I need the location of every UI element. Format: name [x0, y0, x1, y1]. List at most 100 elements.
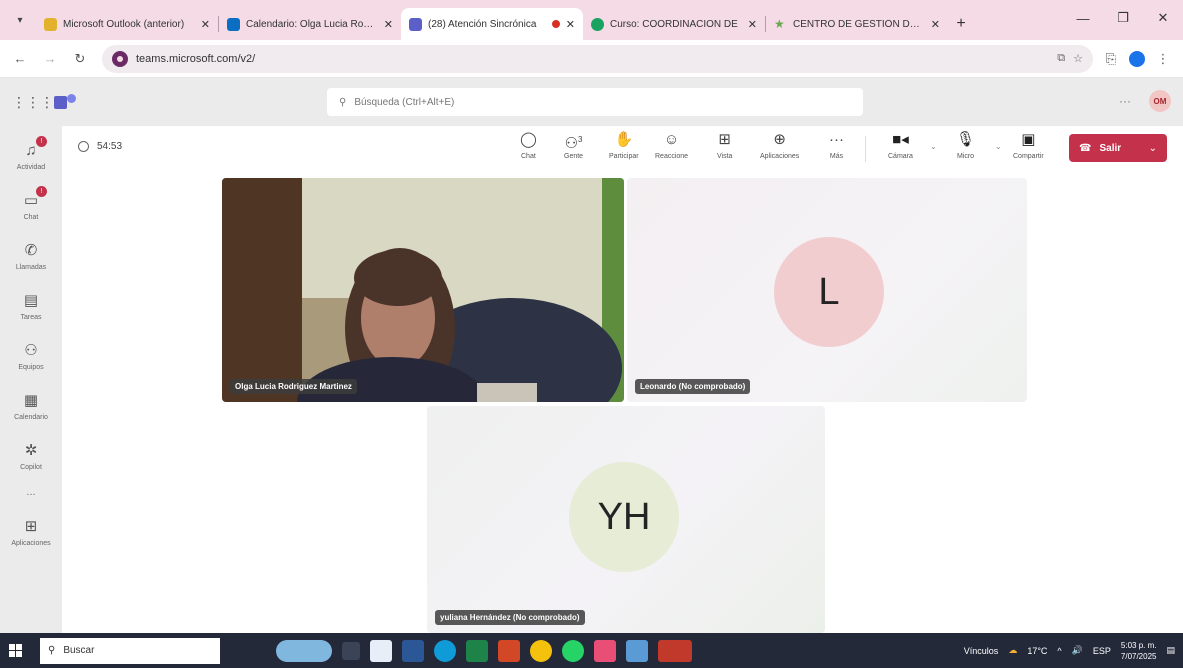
browser-toolbar: ← → ↻ teams.microsoft.com/v2/ ⧉ ☆ ⎘ ⋮ [0, 40, 1183, 78]
edge-icon[interactable] [434, 639, 456, 662]
notifications-icon[interactable]: ▤ [1166, 645, 1175, 656]
chat-icon: ▭! [21, 185, 47, 210]
raise-hand-button[interactable]: ✋ Participar [609, 130, 639, 160]
language-indicator[interactable]: ESP [1093, 646, 1111, 656]
user-avatar[interactable]: OM [1149, 90, 1171, 112]
recording-indicator-icon [551, 20, 560, 28]
settings-more-icon[interactable]: ··· [1119, 94, 1131, 108]
apps-button[interactable]: ⊕ Aplicaciones [760, 130, 799, 160]
close-icon[interactable]: ✕ [1143, 0, 1183, 36]
tab-title: (28) Atención Sincrónica [428, 18, 537, 30]
app-launcher-icon[interactable]: ⋮⋮⋮ [12, 94, 54, 111]
leave-button[interactable]: ☎ Salir ⌄ [1069, 134, 1167, 162]
paint-icon[interactable] [594, 639, 616, 662]
tab-close-icon[interactable]: ✕ [931, 18, 940, 31]
browser-tab-teams-meeting[interactable]: (28) Atención Sincrónica ✕ [401, 8, 583, 40]
meeting-timer: 54:53 [78, 141, 122, 152]
tab-title: CENTRO DE GESTIÓN DE M [793, 18, 925, 30]
participant-tile-leonardo[interactable]: L Leonardo (No comprobado) [627, 178, 1027, 402]
control-label: Compartir [1013, 153, 1044, 160]
meeting-view: 54:53 ◯ Chat ⚇3 Gente ✋ Participar ☺ Rea… [62, 126, 1183, 633]
install-app-icon[interactable]: ⧉ [1057, 52, 1065, 65]
teams-search-input[interactable]: ⚲ Búsqueda (Ctrl+Alt+E) [327, 88, 863, 116]
taskbar-search[interactable]: ⚲ Buscar [40, 637, 220, 664]
weather-icon[interactable]: ☁ [1008, 645, 1017, 656]
volume-icon[interactable]: 🔊 [1072, 645, 1083, 656]
leave-options-chevron-icon[interactable]: ⌄ [1149, 143, 1157, 154]
reload-icon[interactable]: ↻ [68, 47, 92, 71]
tab-close-icon[interactable]: ✕ [566, 18, 575, 31]
taskbar-clock[interactable]: 5:03 p. m. 7/07/2025 [1121, 640, 1157, 662]
whatsapp-icon[interactable] [562, 639, 584, 662]
participant-tile-yuliana[interactable]: YH yuliana Hernández (No comprobado) [427, 406, 825, 633]
url-text: teams.microsoft.com/v2/ [136, 52, 256, 65]
file-explorer-icon[interactable] [370, 639, 392, 662]
chat-button[interactable]: ◯ Chat [520, 130, 537, 160]
rail-item-teams[interactable]: ⚇ Equipos [0, 330, 62, 382]
browser-menu-icon[interactable]: ⋮ [1151, 47, 1175, 71]
minimize-icon[interactable]: — [1063, 0, 1103, 36]
react-button[interactable]: ☺ Reaccione [655, 130, 688, 160]
rail-item-chat[interactable]: ▭! Chat [0, 180, 62, 232]
forward-icon[interactable]: → [38, 47, 62, 71]
restore-icon[interactable]: ❐ [1103, 0, 1143, 36]
tab-close-icon[interactable]: ✕ [384, 18, 393, 31]
links-toolbar[interactable]: Vínculos [964, 646, 999, 656]
calendar-icon: ▦ [23, 391, 39, 409]
browser-tab-calendar[interactable]: Calendario: Olga Lucia Rodriguez ✕ [219, 8, 401, 40]
control-label: Gente [564, 153, 584, 160]
control-label: Reaccione [655, 153, 689, 160]
more-button[interactable]: ··· Más [829, 130, 844, 160]
rail-item-tasks[interactable]: ▤ Tareas [0, 280, 62, 332]
chrome-icon[interactable] [530, 639, 552, 662]
site-info-icon[interactable] [112, 50, 128, 67]
control-label: Cámara [888, 153, 913, 160]
rail-item-label: Llamadas [15, 263, 47, 271]
mic-button[interactable]: 🎙 Micro [956, 130, 975, 160]
tab-search-icon[interactable]: ▾ [8, 8, 32, 32]
outlook-favicon-icon [44, 17, 57, 31]
new-tab-button[interactable]: + [948, 8, 974, 40]
active-window-icon[interactable] [658, 639, 692, 662]
timer-text: 54:53 [97, 141, 123, 152]
tab-close-icon[interactable]: ✕ [201, 18, 210, 31]
search-icon: ⚲ [48, 645, 56, 656]
grid-view-icon: ⊞ [718, 131, 731, 148]
browser-tab-course[interactable]: Curso: COORDINACION DE ✕ [583, 8, 765, 40]
rail-item-activity[interactable]: ♫! Actividad [0, 130, 62, 182]
share-button[interactable]: ▣ Compartir [1013, 130, 1044, 160]
people-button[interactable]: ⚇3 Gente [564, 130, 583, 160]
participant-tile-olga[interactable]: Olga Lucia Rodriguez Martinez [222, 178, 624, 402]
view-button[interactable]: ⊞ Vista [717, 130, 732, 160]
search-placeholder: Búsqueda (Ctrl+Alt+E) [354, 96, 455, 108]
leave-label: Salir [1099, 142, 1122, 154]
bookmark-star-icon[interactable]: ☆ [1073, 52, 1083, 65]
powerpoint-icon[interactable] [498, 639, 520, 662]
task-view-icon[interactable] [342, 641, 360, 660]
tab-close-icon[interactable]: ✕ [748, 18, 757, 31]
browser-tab-centro[interactable]: ★ CENTRO DE GESTIÓN DE M ✕ [766, 8, 948, 40]
search-highlight-icon[interactable] [276, 639, 332, 662]
word-icon[interactable] [402, 639, 424, 662]
taskbar-search-label: Buscar [63, 645, 95, 656]
address-bar[interactable]: teams.microsoft.com/v2/ ⧉ ☆ [102, 44, 1093, 73]
mail-icon[interactable] [626, 639, 648, 662]
start-button[interactable] [0, 633, 30, 668]
hidden-icons-chevron-icon[interactable]: ^ [1057, 646, 1061, 656]
participant-avatar: L [774, 237, 884, 347]
temperature-text[interactable]: 17°C [1027, 646, 1047, 656]
camera-options-chevron-icon[interactable]: ⌄ [930, 142, 937, 151]
camera-button[interactable]: ■◂ Cámara [888, 130, 913, 160]
profile-avatar[interactable] [1129, 50, 1145, 67]
system-tray: Vínculos ☁ 17°C ^ 🔊 ESP 5:03 p. m. 7/07/… [964, 640, 1183, 662]
browser-tab-outlook[interactable]: Microsoft Outlook (anterior) ✕ [36, 8, 218, 40]
rail-item-calendar[interactable]: ▦ Calendario [0, 380, 62, 432]
mic-options-chevron-icon[interactable]: ⌄ [995, 142, 1002, 151]
rail-item-apps[interactable]: ⊞ Aplicaciones [0, 506, 62, 558]
excel-icon[interactable] [466, 639, 488, 662]
back-icon[interactable]: ← [8, 47, 32, 71]
extensions-icon[interactable]: ⎘ [1099, 47, 1123, 71]
hang-up-icon: ☎ [1079, 142, 1092, 154]
rail-item-calls[interactable]: ✆ Llamadas [0, 230, 62, 282]
participant-name-label: Leonardo (No comprobado) [635, 379, 751, 394]
